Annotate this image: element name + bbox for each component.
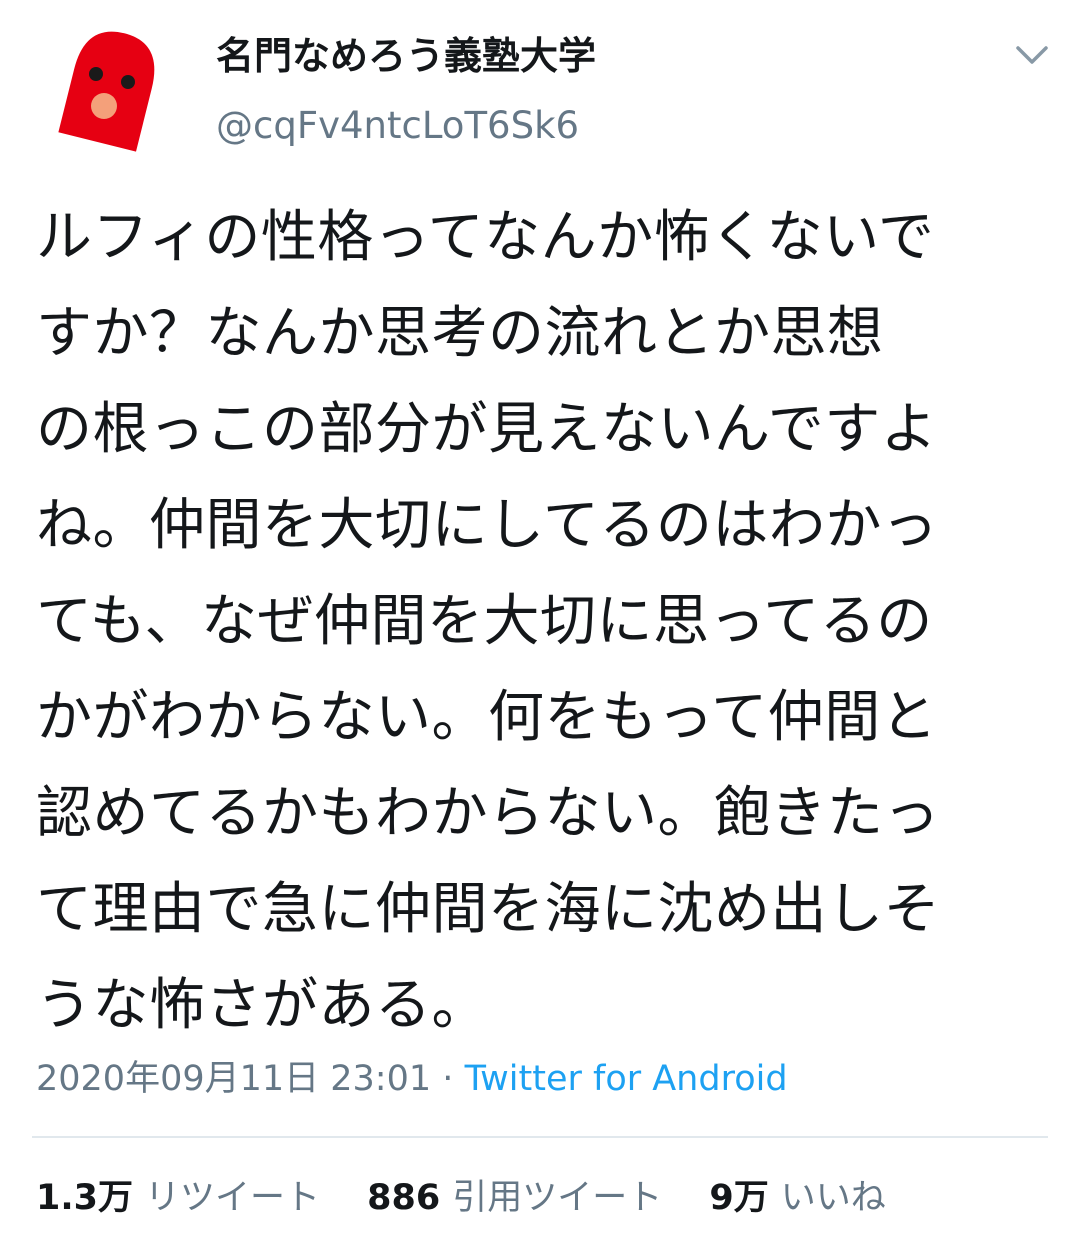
display-name[interactable]: 名門なめろう義塾大学: [216, 30, 596, 82]
user-handle[interactable]: @cqFv4ntcLoT6Sk6: [216, 102, 579, 150]
meta-separator: ·: [442, 1059, 454, 1099]
tweet-meta: 2020年09月11日 23:01 · Twitter for Android: [36, 1053, 788, 1105]
tweet-text-line: かがわからない。何をもって仲間と: [36, 685, 938, 750]
divider: [32, 1136, 1048, 1138]
chevron-down-icon[interactable]: [1012, 38, 1052, 70]
quotes-stat[interactable]: 886 引用ツイート: [367, 1172, 662, 1224]
tweet-text-line: ね。仲間を大切にしてるのはわかっ: [36, 493, 939, 558]
quotes-count: 886: [367, 1178, 441, 1218]
tweet-text: ルフィの性格ってなんか怖くないで すか？なんか思考の流れとか思想 の根っこの部分…: [36, 190, 1036, 1054]
timestamp: 2020年09月11日 23:01: [36, 1059, 432, 1099]
retweets-stat[interactable]: 1.3万 リツイート: [36, 1172, 320, 1224]
tweet-text-line: ても、なぜ仲間を大切に思ってるの: [36, 589, 933, 654]
source-link[interactable]: Twitter for Android: [465, 1059, 788, 1099]
avatar[interactable]: [36, 24, 176, 164]
tweet-stats: 1.3万 リツイート 886 引用ツイート 9万 いいね: [36, 1172, 922, 1224]
tweet-text-line: ルフィの性格ってなんか怖くないで: [36, 205, 935, 270]
retweets-label: リツイート: [145, 1178, 321, 1218]
red-mascot-icon: [58, 31, 155, 152]
quotes-label: 引用ツイート: [452, 1178, 663, 1218]
tweet-text-line: の根っこの部分が見えないんですよ: [36, 397, 938, 462]
retweets-count: 1.3万: [36, 1178, 134, 1218]
likes-count: 9万: [709, 1178, 769, 1218]
tweet-text-line: て理由で急に仲間を海に沈め出しそ: [36, 877, 940, 942]
tweet-text-line: 認めてるかもわからない。飽きたっ: [36, 781, 940, 846]
tweet-text-line: うな怖さがある。: [36, 973, 488, 1038]
tweet-text-line: すか？なんか思考の流れとか思想: [36, 301, 884, 366]
tweet-card: 名門なめろう義塾大学 @cqFv4ntcLoT6Sk6 ルフィの性格ってなんか怖…: [0, 0, 1080, 1259]
likes-stat[interactable]: 9万 いいね: [709, 1172, 885, 1224]
likes-label: いいね: [780, 1178, 886, 1218]
